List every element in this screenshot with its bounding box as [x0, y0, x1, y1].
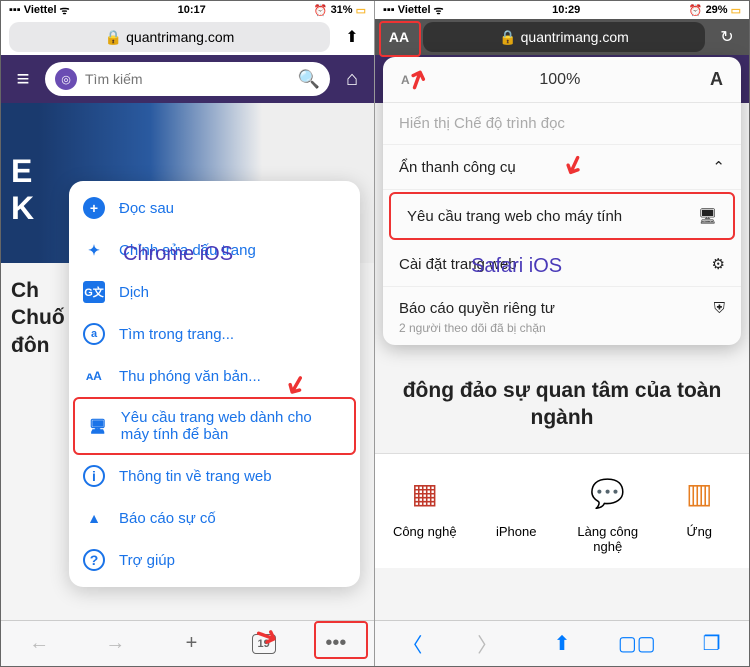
clock: 10:17 [178, 4, 206, 16]
battery-icon: ▭ [731, 4, 741, 17]
site-logo-icon: ◎ [55, 68, 77, 90]
alarm-icon: ⏰ [689, 4, 703, 17]
hamburger-icon[interactable]: ≡ [9, 66, 37, 92]
alarm-icon: ⏰ [314, 4, 328, 17]
menu-report-issue[interactable]: ▲Báo cáo sự cố [69, 497, 360, 539]
address-bar: AA 🔒 quantrimang.com ↻ [375, 19, 749, 55]
desktop-icon: 🖥 [89, 415, 107, 437]
menu-request-desktop-site[interactable]: 🖥Yêu cầu trang web dành cho máy tính để … [73, 397, 356, 455]
back-icon[interactable]: 〈 [396, 628, 428, 660]
zoom-row: A 100% A [383, 57, 741, 103]
menu-find-in-page[interactable]: aTìm trong trang... [69, 313, 360, 355]
lock-icon: 🔒 [105, 29, 122, 46]
menu-website-settings[interactable]: Cài đặt trang web⚙ [383, 242, 741, 287]
wifi-icon: ᯤ [434, 3, 444, 18]
translate-icon: G文 [83, 281, 105, 303]
bottom-toolbar: 〈 〉 ⬆ ▢▢ ❐ [375, 620, 749, 666]
headline: đông đảo sự quan tâm của toàn ngành [375, 363, 749, 446]
menu-translate[interactable]: G文Dịch [69, 271, 360, 313]
menu-privacy-report[interactable]: Báo cáo quyền riêng tư⛨ [383, 287, 741, 319]
menu-help[interactable]: ?Trợ giúp [69, 539, 360, 581]
shield-icon: ⛨ [714, 300, 725, 317]
new-tab-icon[interactable]: + [175, 628, 207, 660]
battery-icon: ▭ [356, 4, 366, 17]
menu-zoom-text[interactable]: ᴀAThu phóng văn bản... [69, 355, 360, 397]
chrome-context-menu: +Đọc sau ✦Chỉnh sửa dấu trang G文Dịch aTì… [69, 181, 360, 587]
bottom-toolbar: ← → + 19 ••• [1, 620, 374, 666]
clock: 10:29 [552, 4, 580, 16]
more-icon[interactable]: ••• [320, 628, 352, 660]
chat-icon: 💬 [583, 468, 633, 518]
battery-text: 31% [331, 4, 353, 16]
info-icon: i [83, 465, 105, 487]
text-zoom-icon: ᴀA [83, 365, 105, 387]
chip-icon: ▦ [400, 468, 450, 518]
search-input[interactable] [85, 71, 290, 87]
help-icon: ? [83, 549, 105, 571]
lock-icon: 🔒 [499, 29, 516, 46]
cat-village[interactable]: 💬Làng công nghệ [568, 468, 648, 554]
search-icon[interactable]: 🔍 [298, 69, 320, 90]
category-grid: ▦Công nghệ iPhone 💬Làng công nghệ ▥Ứng [375, 453, 749, 568]
menu-edit-bookmark[interactable]: ✦Chỉnh sửa dấu trang [69, 229, 360, 271]
site-header: ≡ ◎ 🔍 ⌂ [1, 55, 374, 103]
share-icon[interactable]: ⬆ [338, 27, 366, 47]
desktop-icon: 🖥 [698, 207, 717, 225]
address-bar: 🔒 quantrimang.com ⬆ [1, 19, 374, 55]
privacy-subtext: 2 người theo dõi đã bị chặn [383, 319, 741, 345]
apple-icon [491, 468, 541, 518]
zoom-in-button[interactable]: A [710, 69, 723, 90]
menu-site-info[interactable]: iThông tin về trang web [69, 455, 360, 497]
chrome-ios-phone: ▪▪▪ Viettel ᯤ 10:17 ⏰ 31% ▭ 🔒 quantriman… [1, 1, 375, 666]
reload-icon[interactable]: ↻ [713, 27, 741, 47]
star-edit-icon: ✦ [83, 239, 105, 261]
plus-circle-icon: + [83, 197, 105, 219]
cat-iphone[interactable]: iPhone [476, 468, 556, 554]
menu-read-later[interactable]: +Đọc sau [69, 187, 360, 229]
forward-icon[interactable]: → [99, 628, 131, 660]
app-icon: ▥ [674, 468, 724, 518]
forward-icon[interactable]: 〉 [471, 628, 503, 660]
bookmarks-icon[interactable]: ▢▢ [621, 628, 653, 660]
carrier: Viettel [24, 4, 57, 16]
cat-tech[interactable]: ▦Công nghệ [385, 468, 465, 554]
zoom-level: 100% [539, 71, 580, 89]
safari-ios-phone: ▪▪▪ Viettel ᯤ 10:29 ⏰ 29% ▭ AA 🔒 quantri… [375, 1, 749, 666]
url-text: quantrimang.com [521, 29, 629, 45]
find-icon: a [83, 323, 105, 345]
chevron-up-icon: ⌃ [712, 158, 725, 176]
reader-mode-row: Hiển thị Chế độ trình đọc [383, 103, 741, 145]
url-field[interactable]: 🔒 quantrimang.com [9, 22, 330, 52]
tabs-icon[interactable]: ❐ [696, 628, 728, 660]
gear-icon: ⚙ [712, 255, 725, 273]
url-text: quantrimang.com [126, 29, 234, 45]
url-field[interactable]: 🔒 quantrimang.com [423, 22, 705, 52]
status-bar: ▪▪▪ Viettel ᯤ 10:29 ⏰ 29% ▭ [375, 1, 749, 19]
cat-app[interactable]: ▥Ứng [659, 468, 739, 554]
search-box[interactable]: ◎ 🔍 [45, 62, 330, 96]
aa-button[interactable]: AA [383, 22, 415, 52]
menu-hide-toolbar[interactable]: Ẩn thanh công cụ⌃ [383, 145, 741, 190]
battery-text: 29% [706, 4, 728, 16]
signal-icon: ▪▪▪ [383, 4, 395, 16]
warning-icon: ▲ [83, 507, 105, 529]
zoom-out-button[interactable]: A [401, 73, 410, 87]
share-icon[interactable]: ⬆ [546, 628, 578, 660]
menu-request-desktop-site[interactable]: Yêu cầu trang web cho máy tính🖥 [389, 192, 735, 240]
hero-text: EK [11, 153, 34, 227]
home-icon[interactable]: ⌂ [338, 68, 366, 91]
back-icon[interactable]: ← [23, 628, 55, 660]
status-bar: ▪▪▪ Viettel ᯤ 10:17 ⏰ 31% ▭ [1, 1, 374, 19]
signal-icon: ▪▪▪ [9, 4, 21, 16]
carrier: Viettel [398, 4, 431, 16]
safari-aa-menu: A 100% A Hiển thị Chế độ trình đọc Ẩn th… [383, 57, 741, 345]
wifi-icon: ᯤ [60, 3, 70, 18]
tabs-button[interactable]: 19 [252, 634, 276, 654]
